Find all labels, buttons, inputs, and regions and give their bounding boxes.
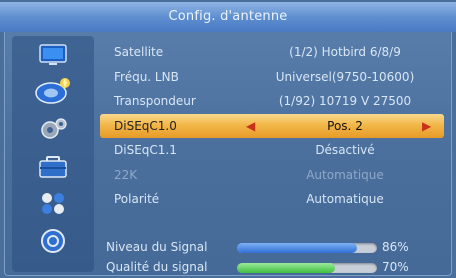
menu-row-lnb-frequency[interactable]: Fréqu. LNB Universel(9750-10600) — [100, 65, 444, 90]
menu-label: Polarité — [114, 192, 160, 206]
menu-label: Fréqu. LNB — [114, 69, 179, 84]
satellite-dish-icon[interactable] — [30, 78, 76, 104]
menu-value: Universel(9750-10600) — [275, 69, 415, 84]
power-icon[interactable] — [30, 228, 76, 254]
signal-quality-label: Qualité du signal — [106, 260, 208, 274]
menu-value: Désactivé — [315, 143, 375, 157]
menu-row-22k: 22K Automatique — [100, 163, 444, 188]
signal-level-label: Niveau du Signal — [106, 240, 208, 254]
signal-level: Niveau du Signal 86% — [100, 238, 444, 258]
arrow-right-icon[interactable]: ▶ — [422, 114, 431, 139]
menu-row-polarity[interactable]: Polarité Automatique — [100, 187, 444, 212]
signal-quality-percent: 70% — [382, 260, 409, 274]
menu-label: Transpondeur — [114, 94, 196, 108]
settings-gears-icon[interactable] — [30, 116, 76, 142]
menu-row-diseqc-1-1[interactable]: DiSEqC1.1 Désactivé — [100, 138, 444, 163]
menu-value: Automatique — [306, 192, 384, 206]
menu-label: DiSEqC1.1 — [114, 143, 177, 157]
menu-value: (1/2) Hotbird 6/8/9 — [289, 45, 401, 59]
menu-label: 22K — [114, 167, 138, 182]
menu-row-transponder[interactable]: Transpondeur (1/92) 10719 V 27500 — [100, 89, 444, 114]
signal-quality-bar-fill — [237, 263, 335, 273]
signal-level-percent: 86% — [382, 240, 409, 254]
window-title: Config. d'antenne — [0, 2, 456, 32]
network-icon[interactable] — [30, 190, 76, 216]
menu-row-satellite[interactable]: Satellite (1/2) Hotbird 6/8/9 — [100, 40, 444, 65]
signal-level-bar-fill — [237, 243, 358, 253]
tv-icon[interactable] — [30, 42, 76, 68]
menu-value: Automatique — [306, 167, 384, 182]
menu-label: DiSEqC1.0 — [114, 118, 177, 133]
menu-label: Satellite — [114, 45, 164, 59]
menu-value: Pos. 2 — [327, 118, 363, 133]
menu-row-diseqc-1-0[interactable]: DiSEqC1.0 ◀ Pos. 2 ▶ — [100, 113, 444, 139]
signal-quality: Qualité du signal 70% — [100, 258, 444, 278]
antenna-settings-menu: Satellite (1/2) Hotbird 6/8/9 Fréqu. LNB… — [100, 40, 444, 212]
signal-quality-bar — [237, 263, 377, 273]
toolbox-icon[interactable] — [30, 154, 76, 180]
signal-level-bar — [237, 243, 377, 253]
menu-value: (1/92) 10719 V 27500 — [278, 94, 412, 108]
sidebar — [12, 36, 94, 272]
